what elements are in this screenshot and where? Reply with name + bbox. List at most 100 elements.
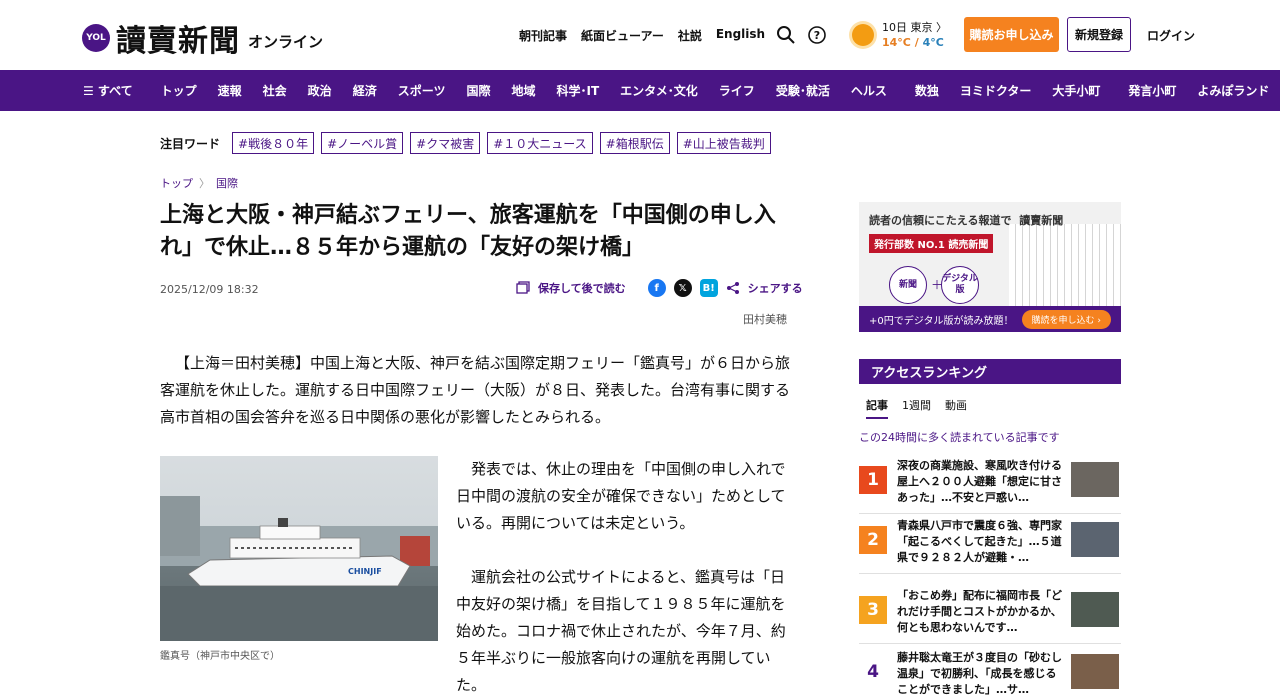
rank-title: 「おこめ券」配布に福岡市長「どれだけ手間とコストがかかるか、何とも思わないんです… bbox=[897, 589, 1062, 634]
keyword-tag[interactable]: #山上被告裁判 bbox=[676, 132, 771, 154]
ranking-item[interactable]: 3 「おこめ券」配布に福岡市長「どれだけ手間とコストがかかるか、何とも思わないん… bbox=[859, 588, 1121, 644]
ad-subscribe-button[interactable]: 購読を申し込む › bbox=[1021, 310, 1111, 329]
nav-sudoku[interactable]: 数独 bbox=[915, 82, 939, 99]
nav-health[interactable]: ヘルス bbox=[851, 82, 887, 99]
nav-local[interactable]: 地域 bbox=[511, 82, 535, 99]
article-lead: 【上海＝田村美穂】中国上海と大阪、神戸を結ぶ国際定期フェリー「鑑真号」が６日から… bbox=[160, 354, 791, 426]
nav-yomidr[interactable]: ヨミドクター bbox=[960, 82, 1032, 99]
tab-video[interactable]: 動画 bbox=[945, 397, 967, 419]
ad-masthead: 讀賣新聞 bbox=[1019, 214, 1064, 227]
site-header: YOL 讀賣新聞 オンライン 朝刊記事 紙面ビューアー 社説 English ?… bbox=[0, 0, 1280, 70]
main-nav: ☰ すべて トップ 速報 社会 政治 経済 スポーツ 国際 地域 科学･IT エ… bbox=[0, 70, 1280, 111]
search-icon[interactable] bbox=[776, 25, 796, 45]
link-paper-viewer[interactable]: 紙面ビューアー bbox=[581, 27, 664, 44]
article-date: 2025/12/09 18:32 bbox=[160, 283, 259, 296]
breadcrumb-home[interactable]: トップ bbox=[160, 175, 193, 191]
ship-hull-label: CHINJIF bbox=[348, 567, 382, 576]
keyword-tag[interactable]: #箱根駅伝 bbox=[599, 132, 670, 154]
weather-low: 4°C bbox=[922, 36, 944, 49]
top-links: 朝刊記事 紙面ビューアー 社説 English bbox=[519, 27, 765, 44]
ranking-item[interactable]: 4 藤井聡太竜王が３度目の「砂むし温泉」で初勝利、「成長を感じることができました… bbox=[859, 650, 1121, 695]
nav-breaking[interactable]: 速報 bbox=[218, 82, 242, 99]
ranking-tabs: 記事 1週間 動画 bbox=[866, 397, 967, 419]
share-icon[interactable] bbox=[726, 281, 740, 295]
link-editorial[interactable]: 社説 bbox=[678, 27, 702, 44]
ferry-photo[interactable]: CHINJIF bbox=[160, 456, 438, 641]
article-actions: 保存して後で読む f 𝕏 B! シェアする bbox=[516, 279, 803, 297]
rank-number: 3 bbox=[859, 596, 887, 624]
article-title: 上海と大阪・神戸結ぶフェリー、旅客運航を「中国側の申し入れ」で休止…８５年から運… bbox=[160, 203, 776, 260]
weather-temp: 14°C / 4°C bbox=[882, 35, 947, 50]
share-link[interactable]: シェアする bbox=[748, 280, 803, 296]
save-for-later-link[interactable]: 保存して後で読む bbox=[538, 280, 626, 296]
nav-komachi[interactable]: 大手小町 bbox=[1052, 82, 1100, 99]
breadcrumb: トップ 〉 国際 bbox=[160, 175, 238, 191]
nav-science-it[interactable]: 科学･IT bbox=[557, 82, 600, 99]
svg-text:?: ? bbox=[814, 29, 820, 42]
rank-title: 青森県八戸市で震度６強、専門家「起こるべくして起きた」…５道県で９２８２人が避難… bbox=[897, 519, 1062, 564]
ad-headline: 読者の信頼にこたえる報道で 讀賣新聞 bbox=[869, 214, 1064, 227]
nav-international[interactable]: 国際 bbox=[466, 82, 490, 99]
nav-society[interactable]: 社会 bbox=[263, 82, 287, 99]
nav-life[interactable]: ライフ bbox=[719, 82, 755, 99]
nav-top[interactable]: トップ bbox=[161, 82, 197, 99]
weather-widget[interactable]: 10日 東京 〉 14°C / 4°C bbox=[852, 20, 947, 50]
rank-thumbnail bbox=[1071, 462, 1119, 497]
nav-sports[interactable]: スポーツ bbox=[398, 82, 446, 99]
login-link[interactable]: ログイン bbox=[1147, 27, 1195, 44]
ad-bottom-bar: +0円でデジタル版が読み放題！ 購読を申し込む › bbox=[859, 306, 1121, 332]
help-icon[interactable]: ? bbox=[807, 25, 827, 45]
nav-exam-career[interactable]: 受験･就活 bbox=[776, 82, 830, 99]
rank-thumbnail bbox=[1071, 592, 1119, 627]
keyword-tag[interactable]: #ノーベル賞 bbox=[321, 132, 404, 154]
logo-online: オンライン bbox=[248, 32, 324, 51]
article-paragraph: 発表では、休止の理由を「中国側の申し入れで日中間の渡航の安全が確保できない」ため… bbox=[456, 460, 786, 532]
keyword-tag[interactable]: #クマ被害 bbox=[410, 132, 481, 154]
ferry-illustration: CHINJIF bbox=[160, 496, 438, 641]
ranking-heading: アクセスランキング bbox=[859, 359, 1121, 384]
nav-entertainment[interactable]: エンタメ･文化 bbox=[620, 82, 698, 99]
weather-slash: / bbox=[914, 36, 919, 49]
nav-hatsugen-komachi[interactable]: 発言小町 bbox=[1128, 82, 1176, 99]
rank-number: 2 bbox=[859, 526, 887, 554]
breadcrumb-section[interactable]: 国際 bbox=[216, 175, 238, 191]
link-morning-edition[interactable]: 朝刊記事 bbox=[519, 27, 567, 44]
subscription-ad[interactable]: 読者の信頼にこたえる報道で 讀賣新聞 発行部数 NO.1 読売新聞 新聞 ＋ デ… bbox=[859, 202, 1121, 332]
tab-week[interactable]: 1週間 bbox=[902, 397, 931, 419]
ranking-item[interactable]: 1 深夜の商業施設、寒風吹き付ける屋上へ２００人避難「想定に甘さあった」…不安と… bbox=[859, 458, 1121, 514]
ad-digital-circle: デジタル版 bbox=[941, 266, 979, 304]
ad-print-circle: 新聞 bbox=[889, 266, 927, 304]
tab-articles[interactable]: 記事 bbox=[866, 397, 888, 419]
subscribe-button[interactable]: 購読お申し込み bbox=[964, 17, 1059, 52]
keyword-tag[interactable]: #戦後８０年 bbox=[232, 132, 315, 154]
facebook-icon[interactable]: f bbox=[647, 279, 666, 297]
rank-title: 深夜の商業施設、寒風吹き付ける屋上へ２００人避難「想定に甘さあった」…不安と戸惑… bbox=[897, 459, 1062, 504]
weather-date: 10日 東京 〉 bbox=[882, 21, 947, 34]
nav-all[interactable]: ☰ すべて bbox=[83, 82, 133, 99]
nav-economy[interactable]: 経済 bbox=[353, 82, 377, 99]
rank-number: 1 bbox=[859, 466, 887, 494]
weather-high: 14°C bbox=[882, 36, 911, 49]
yol-badge: YOL bbox=[82, 24, 110, 52]
site-logo[interactable]: YOL 讀賣新聞 オンライン bbox=[82, 16, 323, 60]
photo-caption: 鑑真号（神戸市中央区で） bbox=[160, 651, 280, 662]
ranking-item[interactable]: 2 青森県八戸市で震度６強、専門家「起こるべくして起きた」…５道県で９２８２人が… bbox=[859, 518, 1121, 574]
keywords-label: 注目ワード bbox=[160, 136, 221, 151]
logo-masthead: 讀賣新聞 bbox=[116, 24, 240, 59]
trending-keywords: 注目ワード #戦後８０年 #ノーベル賞 #クマ被害 #１０大ニュース #箱根駅伝… bbox=[160, 132, 778, 154]
rank-thumbnail bbox=[1071, 654, 1119, 689]
ranking-subtitle: この24時間に多く読まれている記事です bbox=[859, 431, 1060, 444]
rank-thumbnail bbox=[1071, 522, 1119, 557]
nav-yomipo-land[interactable]: よみぽランド bbox=[1197, 82, 1269, 99]
register-button[interactable]: 新規登録 bbox=[1067, 17, 1131, 52]
sun-icon bbox=[852, 24, 874, 46]
nav-politics[interactable]: 政治 bbox=[308, 82, 332, 99]
ad-no1-badge: 発行部数 NO.1 読売新聞 bbox=[869, 234, 994, 253]
rank-title: 藤井聡太竜王が３度目の「砂むし温泉」で初勝利、「成長を感じることができました」…… bbox=[897, 651, 1062, 695]
save-icon[interactable] bbox=[516, 281, 530, 295]
hatena-bookmark-icon[interactable]: B! bbox=[699, 279, 718, 297]
x-icon[interactable]: 𝕏 bbox=[673, 279, 692, 297]
link-english[interactable]: English bbox=[716, 27, 765, 44]
rank-number: 4 bbox=[859, 658, 887, 686]
keyword-tag[interactable]: #１０大ニュース bbox=[487, 132, 593, 154]
